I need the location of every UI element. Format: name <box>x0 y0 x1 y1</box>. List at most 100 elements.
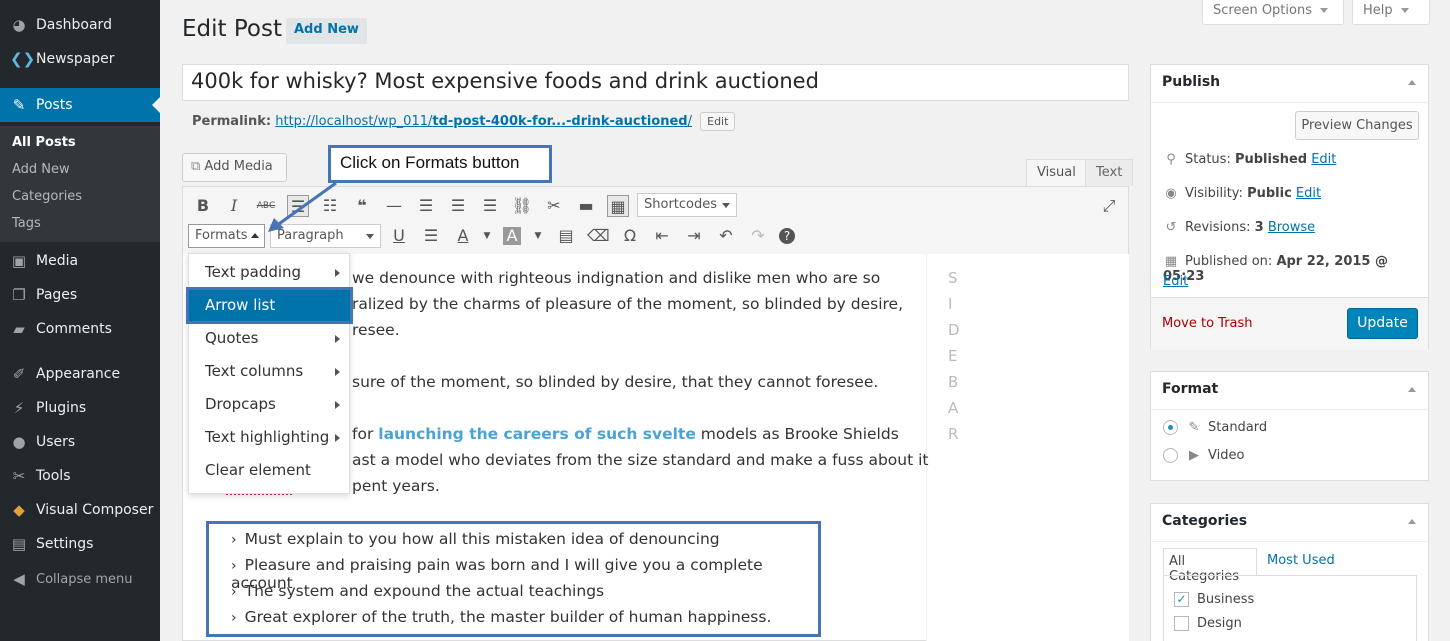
menu-item-text-padding[interactable]: Text padding <box>205 263 340 281</box>
help-icon[interactable]: ? <box>779 228 795 244</box>
category-business[interactable]: ✓ Business <box>1174 592 1254 607</box>
menu-users[interactable]: ● Users <box>0 425 160 459</box>
tab-visual[interactable]: Visual <box>1026 159 1087 186</box>
menu-dashboard[interactable]: ◕ Dashboard <box>0 8 160 42</box>
add-media-icon: ⧉ <box>191 159 205 174</box>
permalink-edit-button[interactable]: Edit <box>700 112 736 131</box>
submenu-all-posts[interactable]: All Posts <box>12 135 76 150</box>
status-edit-link[interactable]: Edit <box>1311 152 1336 167</box>
chevron-down-icon[interactable]: ▼ <box>476 225 498 247</box>
align-left-icon[interactable]: ☰ <box>415 195 437 217</box>
shortcodes-select[interactable]: Shortcodes <box>637 193 737 217</box>
permalink: Permalink: http://localhost/wp_011/td-po… <box>192 112 736 131</box>
align-right-icon[interactable]: ☰ <box>479 195 501 217</box>
unlink-icon[interactable]: ✂ <box>543 195 565 217</box>
highlighted-link[interactable]: launching the careers of such svelte <box>378 425 696 443</box>
dashboard-icon: ◕ <box>12 16 26 34</box>
published-on-edit-link[interactable]: Edit <box>1163 274 1188 289</box>
toolbar-toggle-icon[interactable]: ▦ <box>607 195 629 217</box>
blockquote-icon[interactable]: ❝ <box>351 195 373 217</box>
link-icon[interactable]: ⛓ <box>511 195 533 217</box>
clear-formatting-icon[interactable]: ⌫ <box>587 225 610 247</box>
underline-icon[interactable]: U <box>388 225 410 247</box>
menu-item-dropcaps[interactable]: Dropcaps <box>205 395 340 413</box>
menu-settings[interactable]: ▤ Settings <box>0 527 160 561</box>
background-color-icon[interactable]: A <box>503 227 521 245</box>
permalink-link[interactable]: http://localhost/wp_011/td-post-400k-for… <box>275 114 692 129</box>
submenu-categories[interactable]: Categories <box>12 189 82 204</box>
horizontal-line-icon[interactable]: — <box>383 195 405 217</box>
submenu-tags[interactable]: Tags <box>12 216 41 231</box>
indent-icon[interactable]: ⇥ <box>683 225 705 247</box>
outdent-icon[interactable]: ⇤ <box>651 225 673 247</box>
chevron-up-icon <box>251 233 259 238</box>
italic-icon[interactable]: I <box>223 195 245 217</box>
sidebar-letter: D <box>948 321 960 339</box>
sidebar-letter: B <box>948 373 959 391</box>
add-new-button[interactable]: Add New <box>286 18 367 44</box>
paragraph-text: ralized by the charms of pleasure of the… <box>352 295 904 313</box>
menu-newspaper[interactable]: ❮❯ Newspaper <box>0 42 160 76</box>
menu-pages[interactable]: ❐ Pages <box>0 278 160 312</box>
special-character-icon[interactable]: Ω <box>619 225 641 247</box>
tab-most-used[interactable]: Most Used <box>1267 553 1335 568</box>
paragraph-text: we denounce with righteous indignation a… <box>352 269 881 287</box>
pushpin-icon: ✎ <box>12 96 26 114</box>
add-media-button[interactable]: ⧉ Add Media <box>182 153 287 182</box>
menu-appearance[interactable]: ✐ Appearance <box>0 357 160 391</box>
tab-all-categories[interactable]: All Categories <box>1163 548 1257 584</box>
admin-menu: ◕ Dashboard ❮❯ Newspaper ✎ Posts All Posts … <box>0 0 160 641</box>
update-button[interactable]: Update <box>1347 308 1418 339</box>
menu-visual-composer[interactable]: ◆ Visual Composer <box>0 493 160 527</box>
format-option-standard[interactable]: ✎ Standard <box>1163 420 1267 435</box>
format-box: Format ✎ Standard ▶ Video <box>1150 371 1429 481</box>
help-button[interactable]: Help <box>1352 0 1430 25</box>
chevron-up-icon[interactable] <box>1408 387 1416 392</box>
newspaper-icon: ❮❯ <box>10 50 36 68</box>
collapse-menu[interactable]: ◀ Collapse menu <box>0 562 160 596</box>
chevron-right-icon: › <box>231 584 237 600</box>
sidebar-letter: R <box>948 425 959 443</box>
menu-item-text-columns[interactable]: Text columns <box>205 362 340 380</box>
menu-item-text-highlighting[interactable]: Text highlighting <box>205 428 340 446</box>
align-center-icon[interactable]: ☰ <box>447 195 469 217</box>
formats-button[interactable]: Formats <box>188 224 265 248</box>
status-row: ⚲ Status: Published Edit <box>1163 152 1336 167</box>
menu-item-clear-element[interactable]: Clear element <box>205 461 311 479</box>
bold-icon[interactable]: B <box>192 195 214 217</box>
menu-tools[interactable]: ✂ Tools <box>0 459 160 493</box>
menu-comments[interactable]: ▰ Comments <box>0 312 160 346</box>
chevron-up-icon[interactable] <box>1408 519 1416 524</box>
visibility-edit-link[interactable]: Edit <box>1296 186 1321 201</box>
menu-posts[interactable]: ✎ Posts <box>0 88 160 122</box>
checkbox-unchecked[interactable] <box>1174 616 1189 631</box>
preview-changes-button[interactable]: Preview Changes <box>1295 111 1419 140</box>
redo-icon[interactable]: ↷ <box>747 225 769 247</box>
radio-checked[interactable] <box>1163 420 1178 435</box>
published-on-row: ▦ Published on: Apr 22, 2015 @ 05:23 <box>1163 254 1389 284</box>
submenu-add-new[interactable]: Add New <box>12 162 70 177</box>
screen-options-button[interactable]: Screen Options <box>1202 0 1344 25</box>
justify-icon[interactable]: ☰ <box>420 225 442 247</box>
post-title-input[interactable]: 400k for whisky? Most expensive foods an… <box>182 64 1129 101</box>
menu-item-arrow-list[interactable]: Arrow list <box>186 287 353 324</box>
tab-text[interactable]: Text <box>1085 159 1134 186</box>
chevron-up-icon[interactable] <box>1408 80 1416 85</box>
radio-unchecked[interactable] <box>1163 448 1178 463</box>
checkbox-checked[interactable]: ✓ <box>1174 592 1189 607</box>
menu-media[interactable]: ▣ Media <box>0 244 160 278</box>
category-design[interactable]: Design <box>1174 616 1242 631</box>
read-more-icon[interactable]: ▬ <box>575 195 597 217</box>
menu-item-quotes[interactable]: Quotes <box>205 329 340 347</box>
move-to-trash-link[interactable]: Move to Trash <box>1162 316 1253 331</box>
browse-revisions-link[interactable]: Browse <box>1268 220 1315 235</box>
menu-plugins[interactable]: ⚡ Plugins <box>0 391 160 425</box>
categories-title: Categories <box>1162 513 1248 529</box>
format-option-video[interactable]: ▶ Video <box>1163 448 1244 463</box>
text-color-icon[interactable]: A <box>452 225 474 247</box>
chevron-down-icon[interactable]: ▼ <box>527 225 549 247</box>
paste-text-icon[interactable]: ▤ <box>555 225 577 247</box>
fullscreen-icon[interactable]: ⤢ <box>1098 195 1120 217</box>
undo-icon[interactable]: ↶ <box>715 225 737 247</box>
pin-icon: ✎ <box>1188 420 1200 435</box>
